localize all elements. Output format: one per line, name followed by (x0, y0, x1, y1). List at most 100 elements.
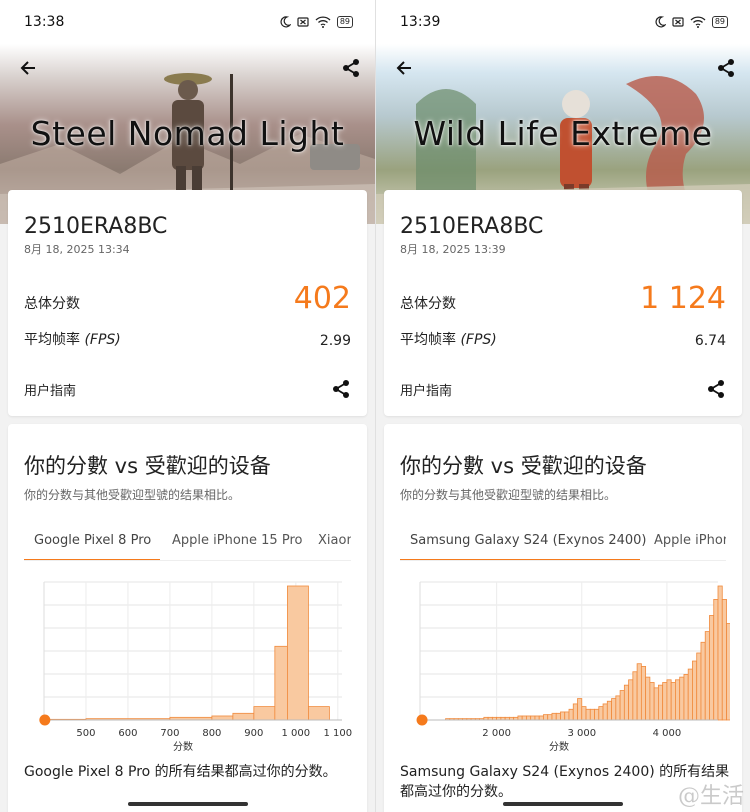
result-card: 2510ERA8BC 8月 18, 2025 13:34 总体分数 402 平均… (8, 190, 367, 416)
battery-icon: 89 (711, 16, 728, 28)
histogram-bar (675, 679, 681, 721)
comparison-footnote: Google Pixel 8 Pro 的所有结果都高过你的分数。 (24, 764, 337, 780)
x-tick-label: 3 000 (567, 728, 596, 739)
histogram-bar (521, 715, 527, 721)
histogram-bar (253, 706, 276, 721)
user-score-marker (416, 714, 428, 726)
x-axis-label: 分数 (173, 740, 193, 753)
histogram-bar (589, 708, 595, 721)
back-button[interactable] (14, 54, 42, 82)
share-icon[interactable] (706, 379, 726, 399)
histogram-bar (619, 690, 625, 721)
device-tabs: Samsung Galaxy S24 (Exynos 2400) Apple i… (400, 527, 726, 561)
user-score-marker (39, 714, 51, 726)
histogram-bar (713, 598, 719, 721)
share-button[interactable] (337, 54, 365, 82)
user-guide-link[interactable]: 用户指南 (400, 380, 452, 399)
histogram-bar (547, 714, 553, 721)
x-tick-label: 700 (160, 728, 179, 739)
user-guide-link[interactable]: 用户指南 (24, 380, 76, 399)
battery-icon: 89 (336, 16, 353, 28)
histogram-bar (308, 706, 330, 721)
home-indicator[interactable] (503, 802, 623, 806)
histogram-bar (726, 623, 730, 721)
histogram-bar (721, 598, 727, 721)
share-icon (343, 59, 359, 77)
x-tick-label: 500 (76, 728, 95, 739)
avg-fps-label-text: 平均帧率 (400, 332, 456, 348)
arrow-left-icon (396, 61, 411, 75)
histogram-bar (577, 698, 583, 721)
histogram-bar (274, 645, 288, 721)
histogram-bar (687, 668, 693, 721)
total-score-label: 总体分数 (400, 296, 456, 312)
left-screen: 13:38 89 Steel Nomad Light 2510ERA8BC 8月… (0, 0, 375, 812)
histogram-bar (564, 711, 570, 721)
user-guide-row[interactable]: 用户指南 (24, 379, 351, 399)
histogram-bar (594, 708, 600, 721)
back-button[interactable] (390, 54, 418, 82)
share-button[interactable] (712, 54, 740, 82)
comparison-title: 你的分數 vs 受歡迎的设备 (24, 454, 271, 478)
histogram-bar (555, 712, 561, 721)
histogram-bar (602, 703, 608, 721)
histogram-bar (517, 715, 523, 721)
histogram-bar (606, 700, 612, 721)
histogram-bar (568, 708, 574, 721)
status-bar: 13:38 89 (0, 0, 375, 44)
x-tick-label: 4 000 (653, 728, 682, 739)
histogram-bar (526, 715, 532, 721)
home-indicator[interactable] (127, 802, 248, 806)
arrow-left-icon (20, 61, 35, 75)
histogram-bar (623, 684, 629, 721)
total-score-value: 402 (293, 281, 351, 316)
histogram-bar (632, 671, 638, 721)
comparison-card: 你的分數 vs 受歡迎的设备 你的分数与其他受歡迎型號的结果相比。 Samsun… (384, 424, 742, 812)
comparison-subtitle: 你的分数与其他受歡迎型號的结果相比。 (400, 488, 617, 502)
histogram-bar (640, 666, 647, 721)
histogram-bar (653, 687, 659, 721)
histogram-bar (679, 676, 685, 721)
tab-samsung-galaxy-s24[interactable]: Samsung Galaxy S24 (Exynos 2400) (410, 533, 647, 548)
share-icon[interactable] (331, 379, 351, 399)
histogram-bar (572, 703, 578, 721)
sim-off-icon (297, 17, 309, 27)
histogram-bar (287, 585, 309, 721)
tab-google-pixel-8-pro[interactable]: Google Pixel 8 Pro (34, 533, 151, 548)
histogram-bar (628, 679, 634, 721)
avg-fps-row: 平均帧率 (FPS) 2.99 (24, 329, 351, 349)
moon-icon (655, 16, 666, 28)
total-score-label: 总体分数 (24, 296, 80, 312)
histogram-bar (598, 706, 604, 721)
tab-apple-iphone-15-pro[interactable]: Apple iPhone 15 Pro (172, 533, 302, 548)
x-axis-label: 分数 (549, 740, 569, 753)
result-datetime: 8月 18, 2025 13:39 (400, 243, 506, 256)
user-guide-row[interactable]: 用户指南 (400, 379, 726, 399)
benchmark-title: Steel Nomad Light (30, 114, 345, 153)
histogram-bar (645, 676, 651, 721)
tab-xiaomi[interactable]: Xiaon (318, 533, 351, 548)
avg-fps-label: 平均帧率 (FPS) (400, 329, 497, 349)
histogram-bar (670, 682, 676, 721)
histogram-bar (662, 682, 668, 721)
histogram-bar (530, 715, 536, 721)
score-histogram-chart: 2 000 3 000 4 000 分数 (416, 581, 730, 753)
tab-apple-iphone[interactable]: Apple iPhon (654, 533, 726, 548)
fps-unit: (FPS) (84, 332, 121, 348)
result-card: 2510ERA8BC 8月 18, 2025 13:39 总体分数 1 124 … (384, 190, 742, 416)
result-datetime: 8月 18, 2025 13:34 (24, 243, 130, 256)
avg-fps-value: 2.99 (319, 333, 351, 349)
histogram-bar (657, 684, 664, 721)
histogram-bar (704, 631, 710, 721)
x-tick-label: 2 000 (482, 728, 511, 739)
histogram-bar (232, 712, 255, 721)
histogram-bar (692, 660, 698, 721)
histogram-bar (636, 663, 642, 721)
histogram-bar (700, 641, 706, 721)
fps-unit: (FPS) (460, 332, 497, 348)
device-tabs: Google Pixel 8 Pro Apple iPhone 15 Pro X… (24, 527, 351, 561)
histogram-bar (683, 674, 689, 721)
status-time: 13:39 (400, 14, 441, 30)
x-tick-label: 1 100 (323, 728, 352, 739)
status-icons: 89 (654, 16, 728, 28)
